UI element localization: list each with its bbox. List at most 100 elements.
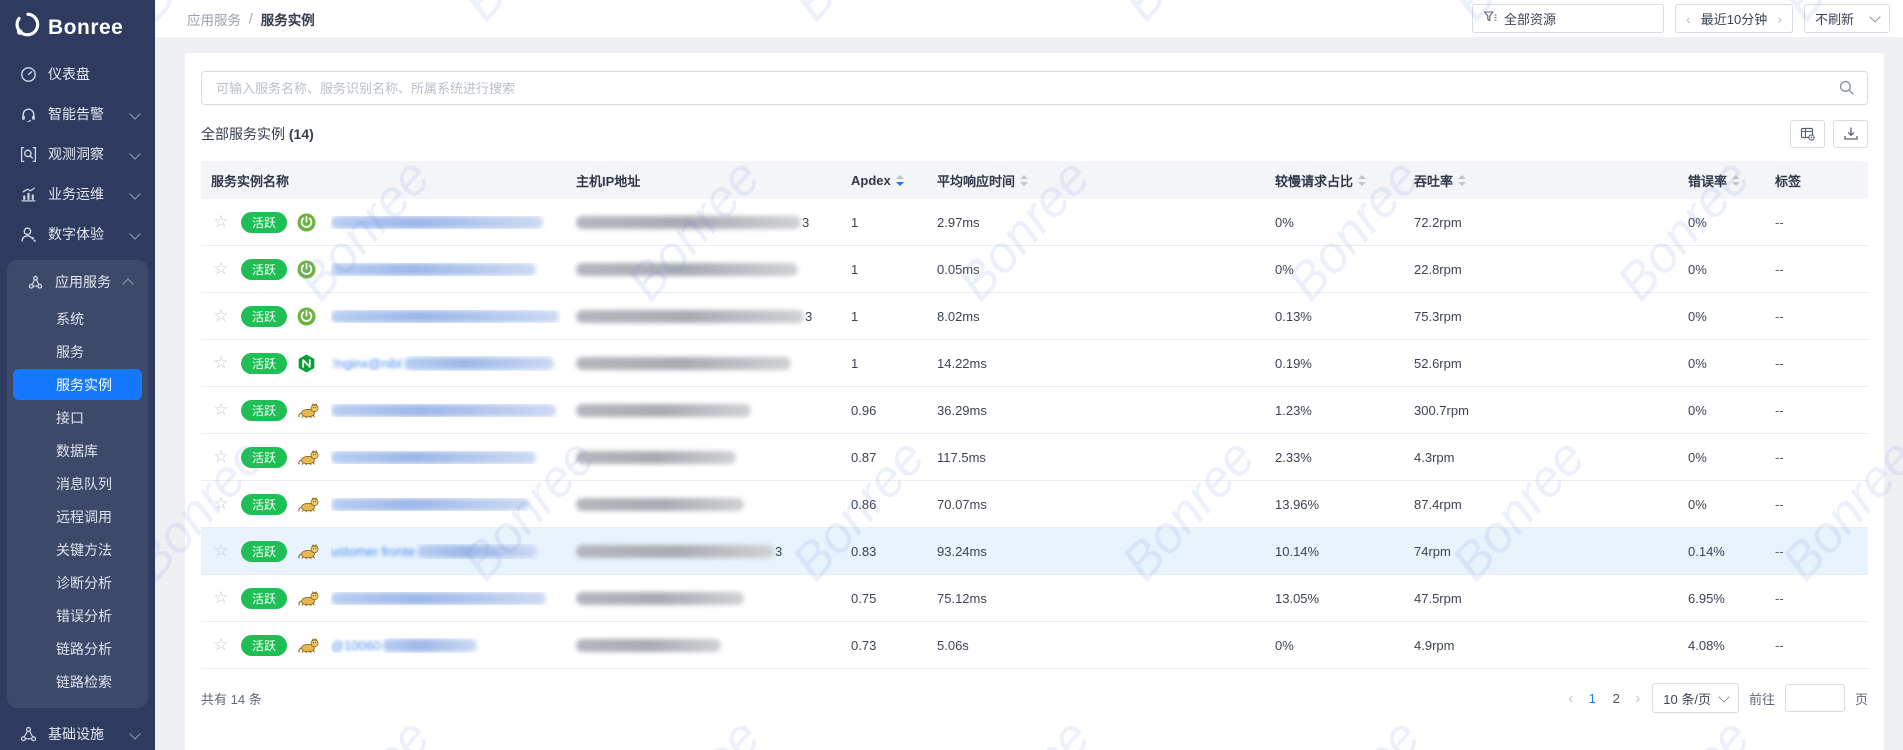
host-ip-cell	[566, 639, 851, 652]
service-instance-name-link[interactable]	[331, 592, 566, 605]
sidebar-sub-item[interactable]: 链路分析	[13, 632, 142, 665]
time-next-arrow[interactable]: ›	[1777, 12, 1782, 26]
redacted-ip-bar	[576, 639, 721, 652]
breadcrumb-parent[interactable]: 应用服务	[187, 9, 241, 29]
service-instance-name-link[interactable]: @10060	[331, 638, 566, 653]
apdex-value: 1	[851, 215, 937, 230]
page-size-select[interactable]: 10 条/页	[1652, 683, 1739, 713]
brand-logo[interactable]: Bonree	[0, 0, 155, 54]
service-instance-name-link[interactable]	[331, 263, 566, 276]
favorite-star-icon[interactable]: ☆	[201, 400, 241, 420]
runtime-icon	[297, 354, 331, 373]
sort-icons[interactable]	[1458, 175, 1466, 186]
error-rate-value: 0%	[1688, 403, 1775, 418]
next-page-arrow[interactable]: ›	[1633, 690, 1642, 707]
favorite-star-icon[interactable]: ☆	[201, 541, 241, 561]
table-row[interactable]: ☆ 活跃 ustomer fronte	[201, 528, 1868, 575]
column-header-slow[interactable]: 较慢请求占比	[1275, 171, 1414, 190]
sort-icons[interactable]	[1732, 175, 1740, 186]
search-input[interactable]	[214, 80, 1831, 97]
sidebar-item[interactable]: 基础设施	[0, 714, 155, 750]
slow-request-ratio-value: 0.19%	[1275, 356, 1414, 371]
app-screen: Bonree 仪表盘	[0, 0, 1903, 750]
sidebar-sub-item[interactable]: 错误分析	[13, 599, 142, 632]
service-instance-name-link[interactable]: '/nginx@nibl	[331, 356, 566, 371]
runtime-icon	[297, 402, 331, 419]
table-row[interactable]: ☆ 活跃 3	[201, 199, 1868, 246]
refresh-select[interactable]: 不刷新	[1804, 4, 1890, 33]
host-ip-cell: 3	[566, 215, 851, 230]
page-number[interactable]: 2	[1609, 691, 1623, 706]
sidebar-item[interactable]: 数字体验	[0, 214, 155, 254]
table-row[interactable]: ☆ 活跃	[201, 246, 1868, 293]
sidebar-item[interactable]: 仪表盘	[0, 54, 155, 94]
service-instance-name-link[interactable]	[331, 498, 566, 511]
service-instance-name-link[interactable]	[331, 404, 566, 417]
sort-icons[interactable]	[896, 175, 904, 186]
service-instance-name-link[interactable]: ustomer fronte	[331, 544, 566, 559]
goto-page-input[interactable]	[1785, 684, 1845, 712]
table-row[interactable]: ☆ 活跃	[201, 387, 1868, 434]
sidebar-sub-item[interactable]: 数据库	[13, 434, 142, 467]
sidebar-sub-item[interactable]: 关键方法	[13, 533, 142, 566]
tag-value: --	[1775, 544, 1868, 559]
time-range-value[interactable]: 最近10分钟	[1701, 9, 1767, 28]
sidebar-sub-item[interactable]: 接口	[13, 401, 142, 434]
table-row[interactable]: ☆ 活跃 '/nginx@nibl	[201, 340, 1868, 387]
favorite-star-icon[interactable]: ☆	[201, 259, 241, 279]
sidebar-sub-item[interactable]: 服务实例	[13, 369, 142, 400]
sort-icons[interactable]	[1358, 175, 1366, 186]
list-header: 全部服务实例 (14)	[201, 120, 1868, 148]
slow-request-ratio-value: 13.96%	[1275, 497, 1414, 512]
sidebar-item-app-services[interactable]: 应用服务	[7, 262, 148, 302]
runtime-icon	[297, 543, 331, 560]
apdex-value: 0.73	[851, 638, 937, 653]
search-icon[interactable]	[1838, 79, 1855, 101]
resource-filter-select[interactable]: 全部资源	[1472, 4, 1664, 33]
sidebar-item-label: 基础设施	[48, 724, 131, 744]
download-button[interactable]	[1833, 120, 1868, 148]
favorite-star-icon[interactable]: ☆	[201, 306, 241, 326]
favorite-star-icon[interactable]: ☆	[201, 447, 241, 467]
favorite-star-icon[interactable]: ☆	[201, 494, 241, 514]
column-settings-button[interactable]	[1790, 120, 1825, 148]
table-row[interactable]: ☆ 活跃	[201, 434, 1868, 481]
column-header-response[interactable]: 平均响应时间	[937, 171, 1275, 190]
sort-icons[interactable]	[1020, 175, 1028, 186]
sidebar-item[interactable]: 业务运维	[0, 174, 155, 214]
sidebar-item[interactable]: 观测洞察	[0, 134, 155, 174]
page-number[interactable]: 1	[1585, 691, 1599, 706]
throughput-value: 4.9rpm	[1414, 638, 1688, 653]
throughput-value: 4.3rpm	[1414, 450, 1688, 465]
redacted-ip-bar	[576, 357, 791, 370]
sidebar-sub-item[interactable]: 系统	[13, 302, 142, 335]
tag-value: --	[1775, 638, 1868, 653]
favorite-star-icon[interactable]: ☆	[201, 353, 241, 373]
throughput-value: 22.8rpm	[1414, 262, 1688, 277]
time-prev-arrow[interactable]: ‹	[1686, 12, 1691, 26]
sidebar-sub-item[interactable]: 服务	[13, 335, 142, 368]
table-row[interactable]: ☆ 活跃 3	[201, 293, 1868, 340]
sidebar-item[interactable]: 智能告警	[0, 94, 155, 134]
table-row[interactable]: ☆ 活跃	[201, 481, 1868, 528]
table-row[interactable]: ☆ 活跃 @10060	[201, 622, 1868, 669]
sidebar-sub-item[interactable]: 链路检索	[13, 665, 142, 698]
error-rate-value: 0.14%	[1688, 544, 1775, 559]
sidebar-sub-item[interactable]: 消息队列	[13, 467, 142, 500]
favorite-star-icon[interactable]: ☆	[201, 212, 241, 232]
tag-value: --	[1775, 403, 1868, 418]
service-instance-name-link[interactable]	[331, 310, 566, 323]
table-row[interactable]: ☆ 活跃	[201, 575, 1868, 622]
favorite-star-icon[interactable]: ☆	[201, 635, 241, 655]
service-instance-name-link[interactable]	[331, 216, 566, 229]
column-header-error[interactable]: 错误率	[1688, 171, 1775, 190]
service-instance-name-link[interactable]	[331, 451, 566, 464]
sidebar-sub-item[interactable]: 远程调用	[13, 500, 142, 533]
favorite-star-icon[interactable]: ☆	[201, 588, 241, 608]
prev-page-arrow[interactable]: ‹	[1566, 690, 1575, 707]
column-header-apdex[interactable]: Apdex	[851, 173, 937, 188]
runtime-icon	[297, 449, 331, 466]
column-header-name: 服务实例名称	[201, 171, 566, 190]
sidebar-sub-item[interactable]: 诊断分析	[13, 566, 142, 599]
column-header-throughput[interactable]: 吞吐率	[1414, 171, 1688, 190]
